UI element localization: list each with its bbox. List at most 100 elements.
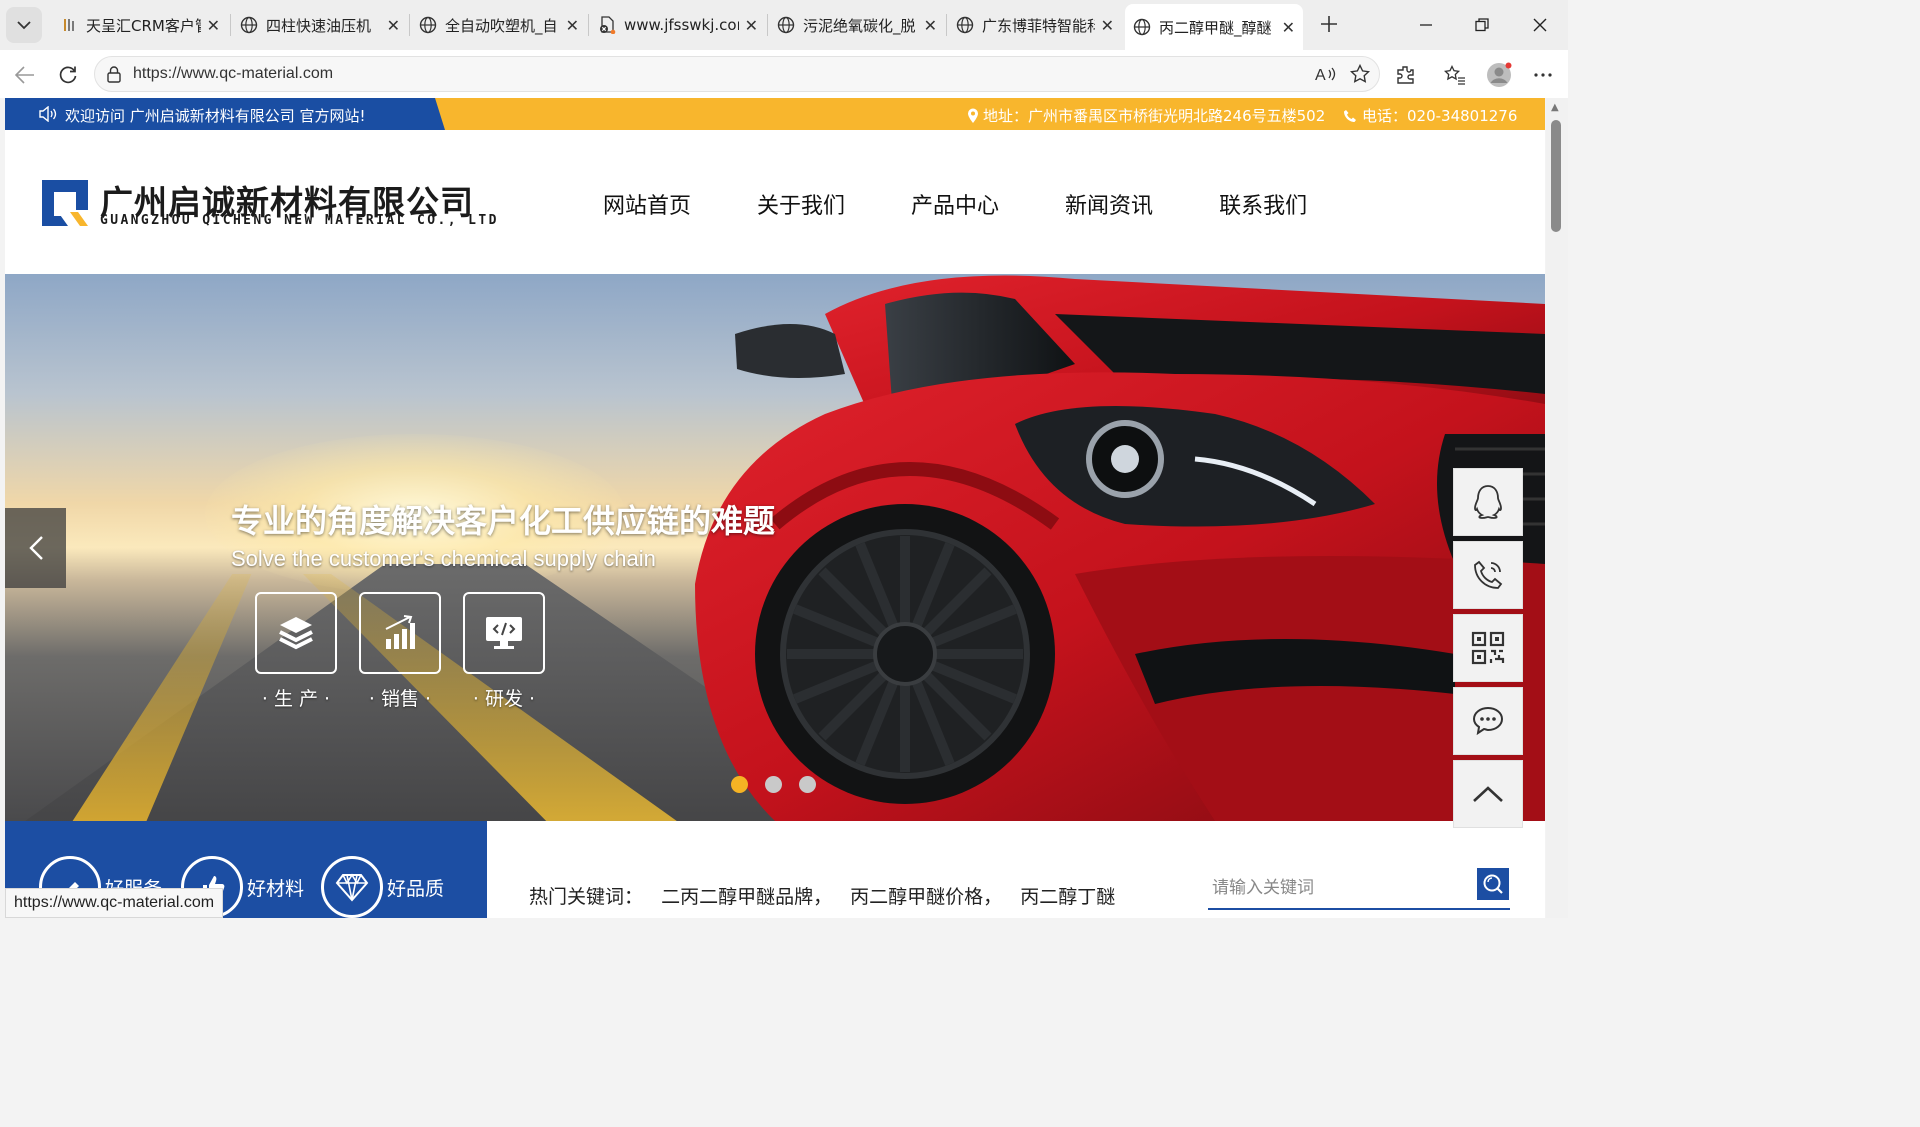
page-scrollbar[interactable]: ▲: [1546, 98, 1568, 918]
hot-keyword-link[interactable]: 二丙二醇甲醚品牌，: [661, 886, 832, 908]
lock-icon[interactable]: [107, 66, 121, 87]
address-bar[interactable]: https://www.qc-material.com A: [94, 56, 1380, 92]
chevron-left-icon: [28, 536, 43, 560]
diamond-icon: [321, 856, 383, 918]
tab-title: 丙二醇甲醚_醇醚: [1159, 18, 1272, 37]
location-pin-icon: [968, 108, 978, 123]
search-input[interactable]: [1208, 870, 1468, 906]
favorite-star-icon[interactable]: [1347, 61, 1373, 87]
float-phone-button[interactable]: [1453, 541, 1523, 609]
welcome-text: 欢迎访问 广州启诚新材料有限公司 官方网站!: [39, 105, 366, 126]
tab-title: 广东博菲特智能科: [982, 16, 1095, 35]
back-button[interactable]: [10, 60, 40, 90]
slide-dot-2[interactable]: [765, 776, 782, 793]
tab-title: 全自动吹塑机_自: [445, 16, 558, 35]
extensions-icon[interactable]: [1392, 62, 1418, 88]
close-tab-icon[interactable]: ✕: [745, 16, 758, 35]
phone-icon: [1344, 109, 1356, 122]
nav-about[interactable]: 关于我们: [757, 188, 845, 220]
close-tab-icon[interactable]: ✕: [566, 16, 579, 35]
page-viewport: 欢迎访问 广州启诚新材料有限公司 官方网站! 地址：广州市番禺区市桥街光明北路2…: [5, 98, 1545, 918]
close-tab-icon[interactable]: ✕: [387, 16, 400, 35]
monitor-code-icon: [486, 617, 522, 649]
close-tab-icon[interactable]: ✕: [207, 16, 220, 35]
phone-info: 电话：020-34801276: [1343, 105, 1517, 126]
feature-production: · 生 产 ·: [255, 592, 337, 711]
float-qq-button[interactable]: [1453, 468, 1523, 536]
tab-1[interactable]: 四柱快速油压机 ✕: [232, 6, 408, 44]
main-nav: 网站首页 关于我们 产品中心 新闻资讯 联系我们: [603, 188, 1373, 220]
tab-actions-menu-button[interactable]: [6, 7, 42, 43]
chat-bubble-icon: [1472, 706, 1504, 736]
close-tab-icon[interactable]: ✕: [1101, 16, 1114, 35]
float-message-button[interactable]: [1453, 687, 1523, 755]
globe-icon: [1133, 18, 1151, 36]
close-tab-icon[interactable]: ✕: [1282, 18, 1295, 37]
globe-icon: [777, 16, 795, 34]
read-aloud-icon[interactable]: A: [1313, 61, 1339, 87]
crm-favicon-icon: [60, 16, 78, 34]
feature-sales: · 销售 ·: [359, 592, 441, 711]
globe-icon: [419, 16, 437, 34]
hot-keywords: 热门关键词： 二丙二醇甲醚品牌， 丙二醇甲醚价格， 丙二醇丁醚: [529, 882, 1127, 909]
nav-news[interactable]: 新闻资讯: [1065, 188, 1153, 220]
tab-separator: [767, 14, 768, 36]
tab-4[interactable]: 污泥绝氧碳化_脱 ✕: [769, 6, 945, 44]
feature-label: · 生 产 ·: [261, 688, 331, 710]
slide-dot-3[interactable]: [799, 776, 816, 793]
nav-contact[interactable]: 联系我们: [1219, 188, 1307, 220]
profile-avatar-icon[interactable]: [1486, 62, 1512, 88]
new-tab-button[interactable]: [1314, 10, 1344, 40]
tab-0[interactable]: 天呈汇CRM客户管 ✕: [52, 6, 228, 44]
layers-icon: [279, 617, 313, 650]
plus-icon: [1321, 16, 1337, 32]
favorites-list-icon[interactable]: [1442, 62, 1468, 88]
perk-label: 好材料: [247, 877, 305, 900]
feature-label: · 销售 ·: [368, 688, 432, 710]
scroll-up-icon[interactable]: ▲: [1551, 102, 1559, 113]
nav-home[interactable]: 网站首页: [603, 188, 691, 220]
refresh-icon: [59, 66, 77, 84]
browser-toolbar: https://www.qc-material.com A: [0, 50, 1568, 98]
link-status-tooltip: https://www.qc-material.com: [5, 888, 224, 918]
refresh-button[interactable]: [53, 60, 83, 90]
hot-keywords-label: 热门关键词：: [529, 886, 644, 908]
search-icon: [1483, 874, 1503, 894]
back-to-top-button[interactable]: [1453, 760, 1523, 828]
hot-keyword-link[interactable]: 丙二醇丁醚: [1020, 886, 1115, 908]
hero-banner[interactable]: 专业的角度解决客户化工供应链的难题 Solve the customer's c…: [5, 274, 1545, 821]
tab-2[interactable]: 全自动吹塑机_自 ✕: [411, 6, 587, 44]
url-text[interactable]: https://www.qc-material.com: [133, 65, 333, 83]
tab-6-active[interactable]: 丙二醇甲醚_醇醚 ✕: [1125, 4, 1303, 50]
more-options-icon[interactable]: [1530, 62, 1556, 88]
qr-code-icon: [1471, 631, 1505, 665]
phone-label: 电话：020-34801276: [1362, 107, 1518, 125]
restore-icon: [1475, 18, 1489, 32]
svg-text:A: A: [1315, 67, 1326, 83]
tab-5[interactable]: 广东博菲特智能科 ✕: [948, 6, 1122, 44]
scrollbar-thumb[interactable]: [1551, 120, 1561, 232]
feature-rnd: · 研发 ·: [463, 592, 545, 711]
company-logo[interactable]: [40, 178, 90, 228]
chevron-down-icon: [17, 20, 31, 29]
close-tab-icon[interactable]: ✕: [924, 16, 937, 35]
slide-dot-1[interactable]: [731, 776, 748, 793]
document-blocked-icon: [598, 16, 616, 34]
close-window-button[interactable]: [1516, 8, 1564, 42]
minimize-icon: [1420, 24, 1432, 26]
hot-keyword-link[interactable]: 丙二醇甲醚价格，: [850, 886, 1002, 908]
tab-title: www.jfsswkj.com: [624, 16, 739, 34]
restore-button[interactable]: [1458, 8, 1506, 42]
close-icon: [1533, 18, 1547, 32]
tab-3[interactable]: www.jfsswkj.com ✕: [590, 6, 766, 44]
minimize-button[interactable]: [1402, 8, 1450, 42]
float-qrcode-button[interactable]: [1453, 614, 1523, 682]
speaker-icon: [39, 105, 57, 126]
globe-icon: [956, 16, 974, 34]
banner-prev-button[interactable]: [5, 508, 66, 588]
tab-title: 四柱快速油压机: [266, 16, 372, 35]
search-button[interactable]: [1477, 868, 1509, 900]
bar-chart-growth-icon: [385, 615, 415, 649]
nav-products[interactable]: 产品中心: [911, 188, 999, 220]
arrow-left-icon: [15, 66, 34, 84]
